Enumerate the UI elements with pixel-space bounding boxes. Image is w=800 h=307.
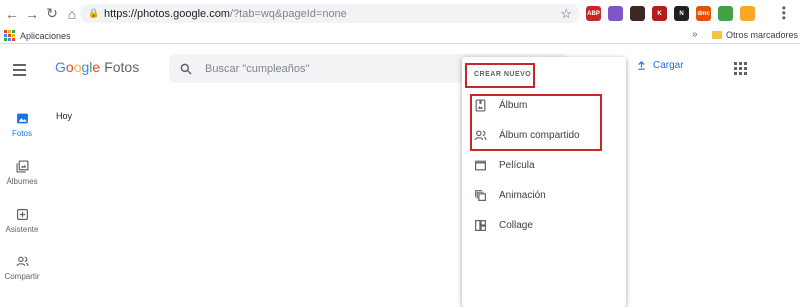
sidebar-item-albumes[interactable]: Álbumes xyxy=(0,160,44,186)
bookmark-apps[interactable]: Aplicaciones xyxy=(4,30,71,41)
sidebar-item-label: Compartir xyxy=(4,272,40,281)
bookmark-other-label: Otros marcadores xyxy=(726,30,799,40)
sidebar-item-fotos[interactable]: Fotos xyxy=(0,112,44,138)
app-header: Google Fotos Cargar xyxy=(0,44,800,92)
logo-letter: G xyxy=(55,59,66,75)
address-bar[interactable]: 🔒 https://photos.google.com/?tab=wq&page… xyxy=(80,4,580,23)
albums-icon xyxy=(15,160,29,173)
search-icon[interactable] xyxy=(179,62,193,76)
menu-item-label: Álbum compartido xyxy=(499,129,580,141)
bookmarks-bar: Aplicaciones » Otros marcadores xyxy=(0,27,800,44)
menu-item-label: Collage xyxy=(499,219,533,231)
upload-icon xyxy=(638,61,645,70)
adblock-icon[interactable]: ABP xyxy=(586,6,601,21)
bookmark-star-icon[interactable]: ☆ xyxy=(560,6,572,22)
ring-icon[interactable] xyxy=(718,6,733,21)
create-menu: CREAR NUEVO Álbum Álbum compartido Pelíc… xyxy=(462,57,626,307)
logo-letter: o xyxy=(65,59,74,75)
url-path: /?tab=wq&pageId=none xyxy=(229,7,347,20)
sidebar: Fotos Álbumes Asistente Compartir xyxy=(0,92,44,307)
create-menu-header: CREAR NUEVO xyxy=(474,71,532,78)
shared-album-icon xyxy=(474,130,487,140)
sidebar-item-label: Asistente xyxy=(5,225,39,234)
section-title: Hoy xyxy=(56,111,73,121)
sidebar-item-asistente[interactable]: Asistente xyxy=(0,208,44,234)
reload-icon[interactable]: ↻ xyxy=(42,0,62,27)
url-host: https://photos.google.com xyxy=(104,7,230,20)
google-photos-logo[interactable]: Google Fotos xyxy=(55,59,139,75)
sidebar-item-label: Fotos xyxy=(11,129,32,138)
feather-icon[interactable] xyxy=(608,6,623,21)
animation-icon xyxy=(475,189,486,201)
menu-icon[interactable] xyxy=(13,64,26,79)
menu-item-label: Álbum xyxy=(499,99,528,111)
apps-grid-icon xyxy=(4,30,15,41)
menu-item-label: Animación xyxy=(499,189,546,201)
menu-item-animation[interactable]: Animación xyxy=(462,180,626,210)
assistant-icon xyxy=(16,209,28,220)
k-icon[interactable]: K xyxy=(652,6,667,21)
collage-icon xyxy=(475,219,486,231)
bookmarks-more-icon[interactable]: » xyxy=(692,29,698,40)
upload-label: Cargar xyxy=(653,60,684,71)
google-wordmark: Google xyxy=(55,59,100,75)
menu-item-collage[interactable]: Collage xyxy=(462,210,626,240)
logo-product: Fotos xyxy=(104,59,140,75)
bookmark-apps-label: Aplicaciones xyxy=(20,30,71,41)
forward-arrow-icon[interactable]: → xyxy=(22,0,42,27)
extensions-row: ABP K Ndmc xyxy=(586,6,755,21)
menu-item-movie[interactable]: Película xyxy=(462,150,626,180)
dmc-icon[interactable]: dmc xyxy=(696,6,711,21)
home-icon[interactable]: ⌂ xyxy=(62,0,82,27)
movie-icon xyxy=(475,160,486,170)
browser-toolbar: ← → ↻ ⌂ 🔒 https://photos.google.com/?tab… xyxy=(0,0,800,27)
menu-item-label: Película xyxy=(499,159,535,171)
sidebar-item-label: Álbumes xyxy=(6,177,38,186)
shield-icon[interactable] xyxy=(630,6,645,21)
upload-button[interactable]: Cargar xyxy=(636,60,684,71)
search-input[interactable] xyxy=(205,62,505,75)
logo-letter: e xyxy=(92,59,101,75)
album-icon xyxy=(475,98,486,112)
bookmark-other[interactable]: Otros marcadores xyxy=(712,30,798,40)
menu-item-shared-album[interactable]: Álbum compartido xyxy=(462,120,626,150)
share-people-icon xyxy=(15,256,29,267)
folder-icon xyxy=(712,31,722,39)
sidebar-item-compartir[interactable]: Compartir xyxy=(0,255,44,281)
menu-item-album[interactable]: Álbum xyxy=(462,90,626,120)
gear-icon[interactable] xyxy=(740,6,755,21)
browser-menu-icon[interactable]: • • • xyxy=(782,2,786,24)
lock-icon: 🔒 xyxy=(88,8,100,18)
back-arrow-icon[interactable]: ← xyxy=(2,0,22,27)
photo-icon xyxy=(16,113,28,124)
google-apps-icon[interactable] xyxy=(734,62,747,75)
netflix-icon[interactable]: N xyxy=(674,6,689,21)
